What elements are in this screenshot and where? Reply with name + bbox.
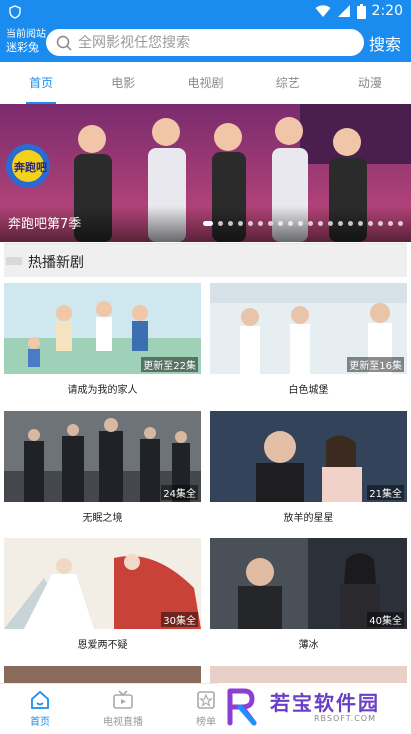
brand[interactable]: 当前阅站 迷彩兔 <box>6 29 46 55</box>
tab-variety[interactable]: 综艺 <box>247 62 329 104</box>
section-header: 热播新剧 <box>4 243 407 277</box>
brand-line1: 当前阅站 <box>6 29 46 40</box>
show-poster <box>210 666 407 684</box>
nav-home-label: 首页 <box>30 717 50 728</box>
show-poster: 更新至22集 <box>4 283 201 374</box>
episode-badge: 21集全 <box>367 485 404 500</box>
nav-ranking-label: 榜单 <box>196 717 216 728</box>
carousel-dot[interactable] <box>378 221 383 226</box>
show-poster: 更新至16集 <box>210 283 407 374</box>
carousel-dot[interactable] <box>218 221 223 226</box>
tab-tv-series[interactable]: 电视剧 <box>164 62 246 104</box>
banner-caption: 奔跑吧第7季 <box>8 217 82 232</box>
carousel-dot[interactable] <box>338 221 343 226</box>
show-poster: 30集全 <box>4 538 201 629</box>
show-card[interactable]: 更新至16集 白色城堡 <box>210 283 407 401</box>
search-box[interactable] <box>46 29 364 56</box>
section-title: 热播新剧 <box>28 255 84 271</box>
show-poster: 24集全 <box>4 411 201 502</box>
episode-badge: 24集全 <box>161 485 198 500</box>
carousel-dot[interactable] <box>238 221 243 226</box>
section-marker <box>6 257 22 265</box>
search-input[interactable] <box>78 34 338 51</box>
show-poster <box>4 666 201 684</box>
search-button[interactable]: 搜索 <box>369 31 401 55</box>
show-card[interactable]: 40集全 薄冰 <box>210 538 407 656</box>
wifi-icon <box>315 5 331 17</box>
episode-badge: 更新至22集 <box>141 357 198 372</box>
carousel-dot[interactable] <box>328 221 333 226</box>
episode-badge: 30集全 <box>161 612 198 627</box>
show-poster: 40集全 <box>210 538 407 629</box>
carousel-dot[interactable] <box>203 221 213 226</box>
watermark-sub: RBSOFT.COM <box>314 714 377 723</box>
carousel-dot[interactable] <box>348 221 353 226</box>
status-bar: 2:20 <box>0 0 411 24</box>
nav-tv-live[interactable]: 电视直播 <box>83 684 163 731</box>
episode-badge: 40集全 <box>367 612 404 627</box>
carousel-dot[interactable] <box>258 221 263 226</box>
show-card[interactable]: 21集全 放羊的星星 <box>210 411 407 529</box>
show-title: 无眠之境 <box>82 513 123 524</box>
carousel-dot[interactable] <box>398 221 403 226</box>
carousel-indicators <box>203 221 403 226</box>
tab-home[interactable]: 首页 <box>0 62 82 104</box>
show-title: 薄冰 <box>298 640 319 651</box>
carousel-dot[interactable] <box>288 221 293 226</box>
show-title: 放羊的星星 <box>283 513 334 524</box>
show-card[interactable]: 30集全 恩爱两不疑 <box>4 538 201 656</box>
carousel-dot[interactable] <box>368 221 373 226</box>
battery-icon <box>356 3 366 19</box>
carousel-dot[interactable] <box>228 221 233 226</box>
nav-home[interactable]: 首页 <box>0 684 80 731</box>
show-card[interactable]: 更新至22集 请成为我的家人 <box>4 283 201 401</box>
carousel-dot[interactable] <box>318 221 323 226</box>
show-poster: 21集全 <box>210 411 407 502</box>
show-title: 请成为我的家人 <box>67 385 138 396</box>
show-title: 白色城堡 <box>288 385 329 396</box>
carousel-dot[interactable] <box>248 221 253 226</box>
app-header: 当前阅站 迷彩兔 搜索 <box>0 24 411 62</box>
category-tabs: 首页 电影 电视剧 综艺 动漫 <box>0 62 411 104</box>
carousel-dot[interactable] <box>388 221 393 226</box>
show-logo: 奔跑吧 <box>13 160 47 174</box>
nav-tv-live-label: 电视直播 <box>103 717 143 728</box>
watermark-text: 若宝软件园 <box>270 691 380 715</box>
home-icon <box>31 690 49 709</box>
star-icon <box>197 691 215 709</box>
search-icon <box>56 35 72 51</box>
signal-icon <box>337 5 350 17</box>
show-title: 恩爱两不疑 <box>77 640 128 651</box>
carousel-dot[interactable] <box>298 221 303 226</box>
carousel-dot[interactable] <box>278 221 283 226</box>
episode-badge: 更新至16集 <box>347 357 404 372</box>
banner-carousel[interactable]: 奔跑吧 奔跑吧第7季 <box>0 104 411 242</box>
tab-anime[interactable]: 动漫 <box>329 62 411 104</box>
clock: 2:20 <box>371 3 403 19</box>
tv-icon <box>113 690 133 709</box>
carousel-dot[interactable] <box>308 221 313 226</box>
tab-movies[interactable]: 电影 <box>82 62 164 104</box>
brand-line2: 迷彩兔 <box>6 41 39 54</box>
carousel-dot[interactable] <box>358 221 363 226</box>
show-card[interactable]: 24集全 无眠之境 <box>4 411 201 529</box>
carousel-dot[interactable] <box>268 221 273 226</box>
shield-icon <box>9 5 21 19</box>
watermark: 若宝软件园 RBSOFT.COM <box>218 683 411 730</box>
